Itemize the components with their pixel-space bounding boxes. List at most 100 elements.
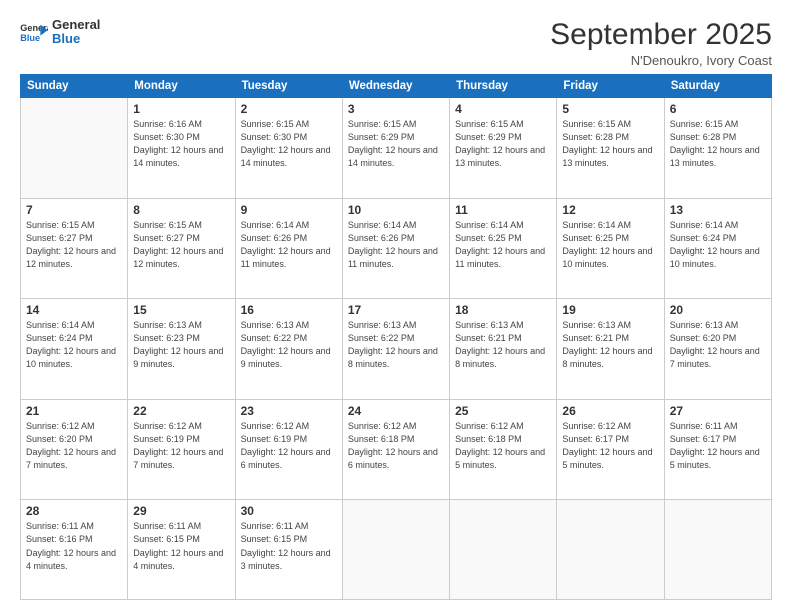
day-info: Sunrise: 6:15 AM Sunset: 6:28 PM Dayligh… (562, 118, 658, 170)
day-number: 5 (562, 102, 658, 116)
table-row: 16Sunrise: 6:13 AM Sunset: 6:22 PM Dayli… (235, 299, 342, 400)
day-info: Sunrise: 6:11 AM Sunset: 6:16 PM Dayligh… (26, 520, 122, 572)
day-info: Sunrise: 6:14 AM Sunset: 6:26 PM Dayligh… (348, 219, 444, 271)
day-number: 3 (348, 102, 444, 116)
table-row: 18Sunrise: 6:13 AM Sunset: 6:21 PM Dayli… (450, 299, 557, 400)
table-row (557, 500, 664, 600)
day-number: 30 (241, 504, 337, 518)
table-row: 9 Sunrise: 6:14 AM Sunset: 6:26 PM Daylig… (235, 198, 342, 299)
day-number: 27 (670, 404, 766, 418)
day-info: Sunrise: 6:14 AM Sunset: 6:25 PM Dayligh… (455, 219, 551, 271)
col-wednesday: Wednesday (342, 75, 449, 98)
table-row: 5 Sunrise: 6:15 AM Sunset: 6:28 PM Daylig… (557, 98, 664, 199)
calendar-body: 1 Sunrise: 6:16 AM Sunset: 6:30 PM Daylig… (21, 98, 772, 600)
day-number: 12 (562, 203, 658, 217)
day-number: 4 (455, 102, 551, 116)
day-info: Sunrise: 6:13 AM Sunset: 6:21 PM Dayligh… (562, 319, 658, 371)
table-row: 14 Sunrise: 6:14 AM Sunset: 6:24 PM Dayli… (21, 299, 128, 400)
table-row: 1 Sunrise: 6:16 AM Sunset: 6:30 PM Daylig… (128, 98, 235, 199)
day-info: Sunrise: 6:14 AM Sunset: 6:25 PM Dayligh… (562, 219, 658, 271)
table-row: 22Sunrise: 6:12 AM Sunset: 6:19 PM Dayli… (128, 399, 235, 500)
table-row: 12 Sunrise: 6:14 AM Sunset: 6:25 PM Dayli… (557, 198, 664, 299)
table-row (342, 500, 449, 600)
table-row: 20 Sunrise: 6:13 AM Sunset: 6:20 PM Dayli… (664, 299, 771, 400)
day-info: Sunrise: 6:15 AM Sunset: 6:27 PM Dayligh… (26, 219, 122, 271)
table-row: 7 Sunrise: 6:15 AM Sunset: 6:27 PM Daylig… (21, 198, 128, 299)
day-number: 21 (26, 404, 122, 418)
calendar-header: Sunday Monday Tuesday Wednesday Thursday… (21, 75, 772, 98)
table-row: 17 Sunrise: 6:13 AM Sunset: 6:22 PM Dayli… (342, 299, 449, 400)
day-number: 8 (133, 203, 229, 217)
day-number: 9 (241, 203, 337, 217)
table-row: 21 Sunrise: 6:12 AM Sunset: 6:20 PM Dayli… (21, 399, 128, 500)
day-info: Sunrise: 6:14 AM Sunset: 6:24 PM Dayligh… (26, 319, 122, 371)
day-info: Sunrise: 6:15 AM Sunset: 6:27 PM Dayligh… (133, 219, 229, 271)
table-row: 30 Sunrise: 6:11 AM Sunset: 6:15 PM Dayli… (235, 500, 342, 600)
table-row: 24Sunrise: 6:12 AM Sunset: 6:18 PM Dayli… (342, 399, 449, 500)
table-row: 15Sunrise: 6:13 AM Sunset: 6:23 PM Dayli… (128, 299, 235, 400)
table-row: 25 Sunrise: 6:12 AM Sunset: 6:18 PM Dayli… (450, 399, 557, 500)
calendar: Sunday Monday Tuesday Wednesday Thursday… (20, 74, 772, 600)
day-info: Sunrise: 6:15 AM Sunset: 6:29 PM Dayligh… (455, 118, 551, 170)
table-row: 3 Sunrise: 6:15 AM Sunset: 6:29 PM Daylig… (342, 98, 449, 199)
day-info: Sunrise: 6:13 AM Sunset: 6:23 PM Dayligh… (133, 319, 229, 371)
logo-line1: General (52, 18, 100, 32)
logo-icon: General Blue (20, 21, 48, 43)
header: General Blue General Blue September 2025… (20, 18, 772, 68)
day-number: 22 (133, 404, 229, 418)
col-sunday: Sunday (21, 75, 128, 98)
table-row (664, 500, 771, 600)
day-info: Sunrise: 6:11 AM Sunset: 6:17 PM Dayligh… (670, 420, 766, 472)
col-thursday: Thursday (450, 75, 557, 98)
day-number: 25 (455, 404, 551, 418)
month-title: September 2025 (550, 18, 772, 51)
day-info: Sunrise: 6:12 AM Sunset: 6:20 PM Dayligh… (26, 420, 122, 472)
day-number: 11 (455, 203, 551, 217)
table-row: 28Sunrise: 6:11 AM Sunset: 6:16 PM Dayli… (21, 500, 128, 600)
day-info: Sunrise: 6:15 AM Sunset: 6:29 PM Dayligh… (348, 118, 444, 170)
table-row (21, 98, 128, 199)
day-number: 10 (348, 203, 444, 217)
day-number: 17 (348, 303, 444, 317)
day-info: Sunrise: 6:11 AM Sunset: 6:15 PM Dayligh… (133, 520, 229, 572)
logo: General Blue General Blue (20, 18, 100, 47)
col-monday: Monday (128, 75, 235, 98)
day-info: Sunrise: 6:14 AM Sunset: 6:26 PM Dayligh… (241, 219, 337, 271)
day-info: Sunrise: 6:14 AM Sunset: 6:24 PM Dayligh… (670, 219, 766, 271)
day-number: 2 (241, 102, 337, 116)
table-row: 26 Sunrise: 6:12 AM Sunset: 6:17 PM Dayli… (557, 399, 664, 500)
day-number: 14 (26, 303, 122, 317)
table-row: 27 Sunrise: 6:11 AM Sunset: 6:17 PM Dayli… (664, 399, 771, 500)
table-row: 8 Sunrise: 6:15 AM Sunset: 6:27 PM Daylig… (128, 198, 235, 299)
day-number: 7 (26, 203, 122, 217)
day-info: Sunrise: 6:13 AM Sunset: 6:22 PM Dayligh… (241, 319, 337, 371)
day-info: Sunrise: 6:12 AM Sunset: 6:17 PM Dayligh… (562, 420, 658, 472)
day-number: 19 (562, 303, 658, 317)
table-row: 4 Sunrise: 6:15 AM Sunset: 6:29 PM Daylig… (450, 98, 557, 199)
col-friday: Friday (557, 75, 664, 98)
day-info: Sunrise: 6:16 AM Sunset: 6:30 PM Dayligh… (133, 118, 229, 170)
day-info: Sunrise: 6:12 AM Sunset: 6:18 PM Dayligh… (348, 420, 444, 472)
table-row: 6 Sunrise: 6:15 AM Sunset: 6:28 PM Daylig… (664, 98, 771, 199)
day-number: 13 (670, 203, 766, 217)
day-info: Sunrise: 6:12 AM Sunset: 6:18 PM Dayligh… (455, 420, 551, 472)
day-info: Sunrise: 6:13 AM Sunset: 6:20 PM Dayligh… (670, 319, 766, 371)
day-number: 1 (133, 102, 229, 116)
day-info: Sunrise: 6:15 AM Sunset: 6:30 PM Dayligh… (241, 118, 337, 170)
table-row: 29Sunrise: 6:11 AM Sunset: 6:15 PM Dayli… (128, 500, 235, 600)
day-info: Sunrise: 6:15 AM Sunset: 6:28 PM Dayligh… (670, 118, 766, 170)
col-saturday: Saturday (664, 75, 771, 98)
page: General Blue General Blue September 2025… (0, 0, 792, 612)
table-row: 19 Sunrise: 6:13 AM Sunset: 6:21 PM Dayli… (557, 299, 664, 400)
title-block: September 2025 N'Denoukro, Ivory Coast (550, 18, 772, 68)
col-tuesday: Tuesday (235, 75, 342, 98)
day-info: Sunrise: 6:11 AM Sunset: 6:15 PM Dayligh… (241, 520, 337, 572)
day-number: 6 (670, 102, 766, 116)
day-number: 20 (670, 303, 766, 317)
day-number: 26 (562, 404, 658, 418)
day-info: Sunrise: 6:13 AM Sunset: 6:21 PM Dayligh… (455, 319, 551, 371)
table-row: 2 Sunrise: 6:15 AM Sunset: 6:30 PM Daylig… (235, 98, 342, 199)
table-row: 11 Sunrise: 6:14 AM Sunset: 6:25 PM Dayli… (450, 198, 557, 299)
day-info: Sunrise: 6:13 AM Sunset: 6:22 PM Dayligh… (348, 319, 444, 371)
table-row: 10 Sunrise: 6:14 AM Sunset: 6:26 PM Dayli… (342, 198, 449, 299)
